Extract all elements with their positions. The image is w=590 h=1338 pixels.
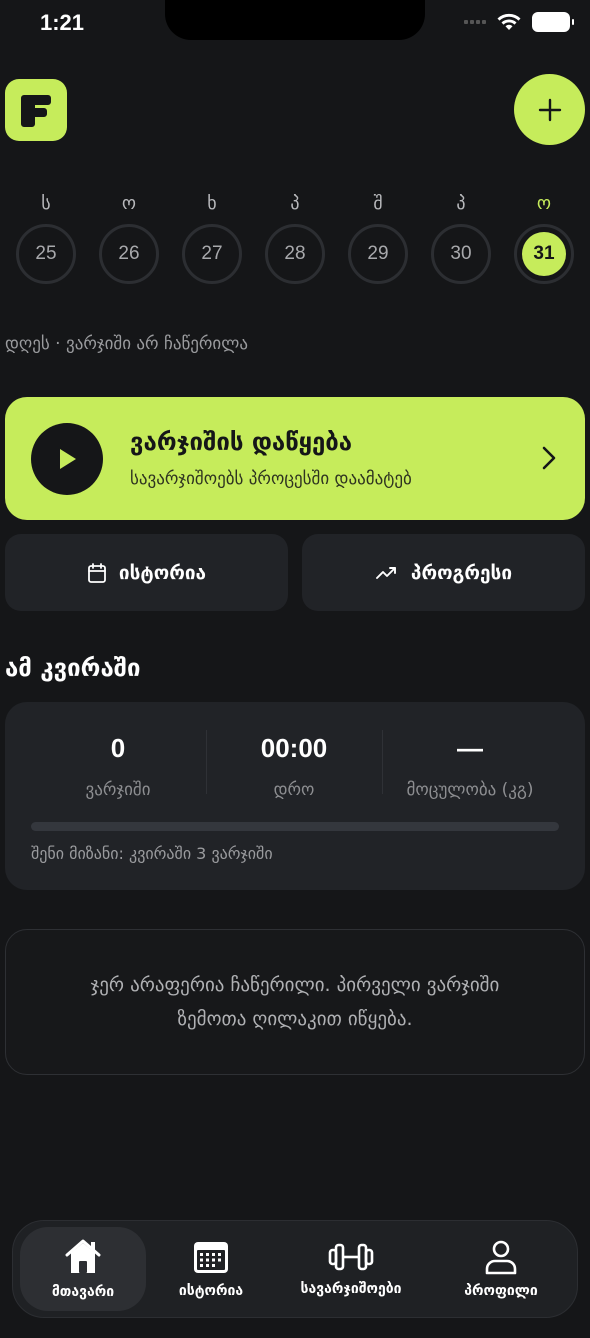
- start-workout-subtitle: სავარჯიშოებს პროცესში დაამატებ: [130, 469, 412, 489]
- day-date-selected[interactable]: 31: [514, 224, 574, 284]
- day-item[interactable]: ო 26: [98, 188, 160, 284]
- week-day-strip: ს 25 ო 26 ხ 27 პ 28 შ 29 პ 30 ო 31: [0, 188, 590, 288]
- tab-label: სავარჯიშოები: [300, 1281, 402, 1297]
- progress-button[interactable]: პროგრესი: [302, 534, 585, 611]
- wifi-icon: [497, 13, 521, 30]
- day-letter: შ: [373, 193, 383, 214]
- stat-volume: — მოცულობა (კგ): [375, 730, 565, 800]
- start-workout-card[interactable]: ვარჯიშის დაწყება სავარჯიშოებს პროცესში დ…: [5, 397, 585, 520]
- bottom-tab-bar: მთავარი ისტორია სავარჯიშოები პროფილი: [12, 1220, 578, 1318]
- stat-label: ვარჯიში: [85, 780, 151, 800]
- battery-icon: [532, 12, 574, 32]
- day-item[interactable]: შ 29: [347, 188, 409, 284]
- add-workout-button[interactable]: [514, 74, 585, 145]
- empty-state-text: ჯერ არაფერია ჩაწერილი. პირველი ვარჯიში ზ…: [90, 974, 500, 1030]
- tab-label: პროფილი: [464, 1283, 538, 1299]
- dumbbell-icon: [328, 1243, 374, 1271]
- empty-state-card: ჯერ არაფერია ჩაწერილი. პირველი ვარჯიში ზ…: [5, 929, 585, 1075]
- stat-label: დრო: [273, 780, 315, 800]
- day-letter: ო: [121, 193, 137, 214]
- goal-progress-bar: [31, 822, 559, 831]
- day-date-value: 31: [522, 232, 566, 276]
- stat-value: 00:00: [260, 733, 328, 763]
- day-item-selected[interactable]: ო 31: [513, 188, 575, 284]
- day-item[interactable]: პ 28: [264, 188, 326, 284]
- tab-label: მთავარი: [51, 1284, 115, 1300]
- day-item[interactable]: ხ 27: [181, 188, 243, 284]
- day-date[interactable]: 26: [99, 224, 159, 284]
- app-logo: [5, 79, 67, 141]
- cellular-signal-icon: [464, 20, 486, 24]
- start-workout-title: ვარჯიშის დაწყება: [130, 428, 353, 456]
- f-logo-icon: [21, 95, 51, 127]
- day-letter: ს: [41, 193, 51, 214]
- day-date[interactable]: 25: [16, 224, 76, 284]
- day-letter: ო: [536, 193, 552, 214]
- day-date[interactable]: 27: [182, 224, 242, 284]
- tab-exercises[interactable]: სავარჯიშოები: [276, 1227, 426, 1311]
- status-icons: [464, 12, 574, 32]
- tab-home[interactable]: მთავარი: [20, 1227, 146, 1311]
- history-button[interactable]: ისტორია: [5, 534, 288, 611]
- day-date[interactable]: 29: [348, 224, 408, 284]
- calendar-icon: [194, 1242, 228, 1273]
- history-button-label: ისტორია: [118, 561, 207, 584]
- day-letter: პ: [290, 193, 300, 214]
- tab-label: ისტორია: [178, 1283, 244, 1299]
- day-letter: პ: [456, 193, 466, 214]
- stat-value: —: [457, 733, 483, 763]
- day-date[interactable]: 30: [431, 224, 491, 284]
- weekly-stats-card: 0 ვარჯიში 00:00 დრო — მოცულობა (კგ) შენი…: [5, 702, 585, 890]
- day-item[interactable]: პ 30: [430, 188, 492, 284]
- day-date[interactable]: 28: [265, 224, 325, 284]
- trending-up-icon: [375, 566, 396, 579]
- tab-history[interactable]: ისტორია: [148, 1227, 274, 1311]
- chevron-right-icon: [542, 446, 556, 470]
- day-letter: ხ: [207, 193, 217, 214]
- today-status-text: დღეს · ვარჯიში არ ჩაწერილა: [5, 334, 248, 354]
- play-button[interactable]: [31, 423, 103, 495]
- stat-time: 00:00 დრო: [199, 730, 389, 800]
- stat-value: 0: [110, 733, 126, 763]
- status-bar: 1:21: [0, 0, 590, 50]
- goal-text: შენი მიზანი: კვირაში 3 ვარჯიში: [31, 844, 273, 863]
- tab-profile[interactable]: პროფილი: [434, 1227, 568, 1311]
- progress-button-label: პროგრესი: [410, 561, 513, 584]
- status-time: 1:21: [40, 10, 85, 35]
- camera-notch: [165, 0, 425, 40]
- plus-icon: [538, 98, 561, 121]
- calendar-icon: [88, 562, 106, 583]
- stat-label: მოცულობა (კგ): [406, 780, 534, 800]
- this-week-heading: ამ კვირაში: [5, 654, 141, 682]
- home-icon: [65, 1239, 101, 1273]
- play-icon: [60, 449, 76, 469]
- profile-icon: [485, 1240, 517, 1275]
- stat-workouts: 0 ვარჯიში: [23, 730, 213, 800]
- day-item[interactable]: ს 25: [15, 188, 77, 284]
